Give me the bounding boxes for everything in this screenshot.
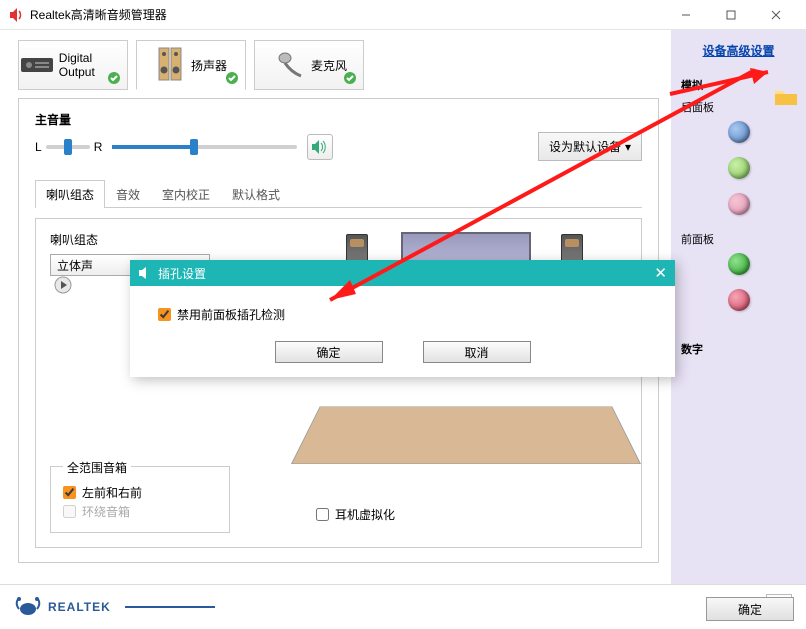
dialog-cancel-button[interactable]: 取消	[423, 341, 531, 363]
device-tabs: Digital Output 扬声器 麦克风	[18, 40, 659, 90]
fullrange-title: 全范围音箱	[63, 459, 131, 476]
jack-line-in[interactable]	[728, 121, 750, 143]
speaker-app-icon	[8, 7, 24, 23]
disable-front-detection-label: 禁用前面板插孔检测	[177, 306, 285, 323]
tab-microphone[interactable]: 麦克风	[254, 40, 364, 90]
chevron-down-icon: ▾	[625, 140, 631, 154]
surround-label: 环绕音箱	[82, 503, 130, 520]
crab-icon	[14, 596, 42, 618]
dialog-titlebar[interactable]: 插孔设置 ✕	[130, 260, 675, 286]
set-default-button[interactable]: 设为默认设备 ▾	[538, 132, 642, 161]
check-badge-icon	[225, 71, 239, 85]
jack-front-headphone[interactable]	[728, 253, 750, 275]
minimize-button[interactable]	[663, 1, 708, 29]
balance-control[interactable]: L R	[35, 140, 102, 154]
realtek-logo: REALTEK	[14, 596, 215, 618]
disable-front-detection-checkbox[interactable]: 禁用前面板插孔检测	[158, 306, 647, 323]
digital-section-label: 数字	[681, 341, 796, 357]
dialog-ok-button[interactable]: 确定	[275, 341, 383, 363]
sound-icon	[311, 139, 329, 155]
fullrange-group: 全范围音箱 左前和右前 环绕音箱	[50, 466, 230, 533]
front-panel-label: 前面板	[681, 231, 796, 247]
tab-speakers[interactable]: 扬声器	[136, 40, 246, 90]
jack-mic[interactable]	[728, 193, 750, 215]
subtab-speaker-config[interactable]: 喇叭组态	[35, 180, 105, 208]
window-title: Realtek高清晰音频管理器	[30, 6, 167, 23]
headphone-virtualization-checkbox[interactable]: 耳机虚拟化	[316, 506, 395, 523]
sub-tabs: 喇叭组态 音效 室内校正 默认格式	[35, 179, 642, 208]
advanced-settings-link[interactable]: 设备高级设置	[681, 42, 796, 59]
subtab-sound-effects[interactable]: 音效	[105, 180, 151, 208]
balance-right-label: R	[94, 140, 103, 154]
mute-button[interactable]	[307, 134, 333, 160]
speakers-icon	[155, 46, 185, 84]
floor-graphic	[291, 406, 641, 464]
dialog-close-button[interactable]: ✕	[654, 264, 667, 282]
jack-line-out[interactable]	[728, 157, 750, 179]
close-button[interactable]	[753, 1, 798, 29]
subtab-default-format[interactable]: 默认格式	[221, 180, 291, 208]
surround-checkbox: 环绕音箱	[63, 503, 217, 520]
brand-text: REALTEK	[48, 600, 111, 614]
hp-virtual-label: 耳机虚拟化	[335, 506, 395, 523]
front-lr-checkbox[interactable]: 左前和右前	[63, 484, 217, 501]
footer: REALTEK i	[0, 584, 806, 629]
folder-icon[interactable]	[774, 88, 798, 106]
tab-label: 扬声器	[191, 57, 227, 74]
window-buttons	[663, 1, 798, 29]
tab-digital-output[interactable]: Digital Output	[18, 40, 128, 90]
volume-label: 主音量	[35, 111, 642, 128]
dialog-title: 插孔设置	[158, 265, 206, 282]
jack-front-mic[interactable]	[728, 289, 750, 311]
play-test-button[interactable]	[54, 276, 72, 294]
jack-settings-dialog: 插孔设置 ✕ 禁用前面板插孔检测 确定 取消	[130, 260, 675, 377]
microphone-icon	[271, 50, 305, 80]
subtab-room-correction[interactable]: 室内校正	[151, 180, 221, 208]
balance-left-label: L	[35, 140, 42, 154]
sidebar: 设备高级设置 模拟 后面板 前面板 数字	[671, 30, 806, 584]
check-badge-icon	[107, 71, 121, 85]
maximize-button[interactable]	[708, 1, 753, 29]
volume-slider[interactable]	[112, 145, 297, 149]
set-default-label: 设为默认设备	[549, 138, 621, 155]
receiver-icon	[19, 54, 53, 76]
front-lr-label: 左前和右前	[82, 484, 142, 501]
check-badge-icon	[343, 71, 357, 85]
titlebar: Realtek高清晰音频管理器	[0, 0, 806, 30]
speaker-icon	[138, 266, 152, 280]
tab-label: 麦克风	[311, 57, 347, 74]
main-ok-button[interactable]: 确定	[706, 597, 794, 621]
speaker-mode-value: 立体声	[57, 257, 93, 274]
